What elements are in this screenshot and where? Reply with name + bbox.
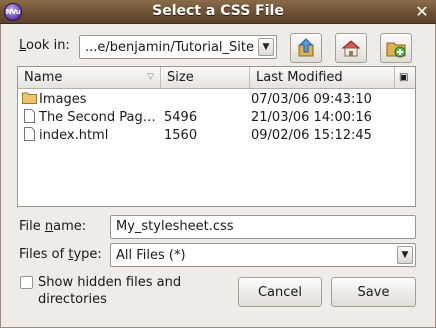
home-button[interactable]	[335, 33, 367, 63]
column-name[interactable]: Name ▽	[18, 67, 161, 88]
look-in-value: ...e/benjamin/Tutorial_Site	[85, 39, 254, 55]
file-name-field[interactable]: My_stylesheet.css	[110, 215, 416, 239]
list-item[interactable]: Images 07/03/06 09:43:10	[18, 91, 415, 109]
file-name-label: File name:	[19, 219, 87, 234]
list-header: Name ▽ Size Last Modified ▣	[18, 67, 415, 89]
folder-icon	[22, 91, 38, 110]
chevron-down-icon[interactable]: ▼	[397, 246, 413, 264]
show-hidden-checkbox[interactable]	[20, 276, 33, 289]
list-item[interactable]: The Second Pag… 5496 21/03/06 14:00:16	[18, 109, 415, 127]
file-type-combo[interactable]: All Files (*) ▼	[110, 243, 416, 267]
title-bar: NVu Select a CSS File ✕	[0, 0, 436, 24]
go-up-button[interactable]	[290, 33, 322, 63]
look-in-combo[interactable]: ...e/benjamin/Tutorial_Site ▼	[79, 35, 277, 59]
file-list[interactable]: Name ▽ Size Last Modified ▣ Images 07/03…	[17, 66, 416, 207]
file-type-label: Files of type:	[19, 247, 102, 262]
list-item[interactable]: index.html 1560 09/02/06 15:12:45	[18, 127, 415, 145]
look-in-label: Look in:	[19, 38, 70, 53]
column-size[interactable]: Size	[161, 67, 250, 88]
new-folder-button[interactable]	[380, 33, 412, 63]
cancel-button[interactable]: Cancel	[238, 277, 322, 307]
show-hidden-label-line1: Show hidden files and	[38, 275, 182, 290]
sort-indicator-icon: ▽	[147, 72, 154, 82]
go-up-icon	[298, 38, 314, 57]
file-type-value: All Files (*)	[116, 247, 186, 263]
new-folder-icon	[386, 42, 406, 58]
column-last-modified[interactable]: Last Modified	[250, 67, 395, 88]
home-icon	[341, 40, 361, 57]
show-hidden-label-line2: directories	[38, 292, 107, 307]
close-icon[interactable]: ✕	[413, 3, 431, 21]
file-icon	[24, 109, 38, 129]
column-chooser-icon[interactable]: ▣	[395, 67, 415, 88]
window-title: Select a CSS File	[152, 3, 284, 19]
file-icon	[24, 127, 38, 147]
save-button[interactable]: Save	[331, 277, 416, 307]
chevron-down-icon[interactable]: ▼	[258, 38, 274, 56]
